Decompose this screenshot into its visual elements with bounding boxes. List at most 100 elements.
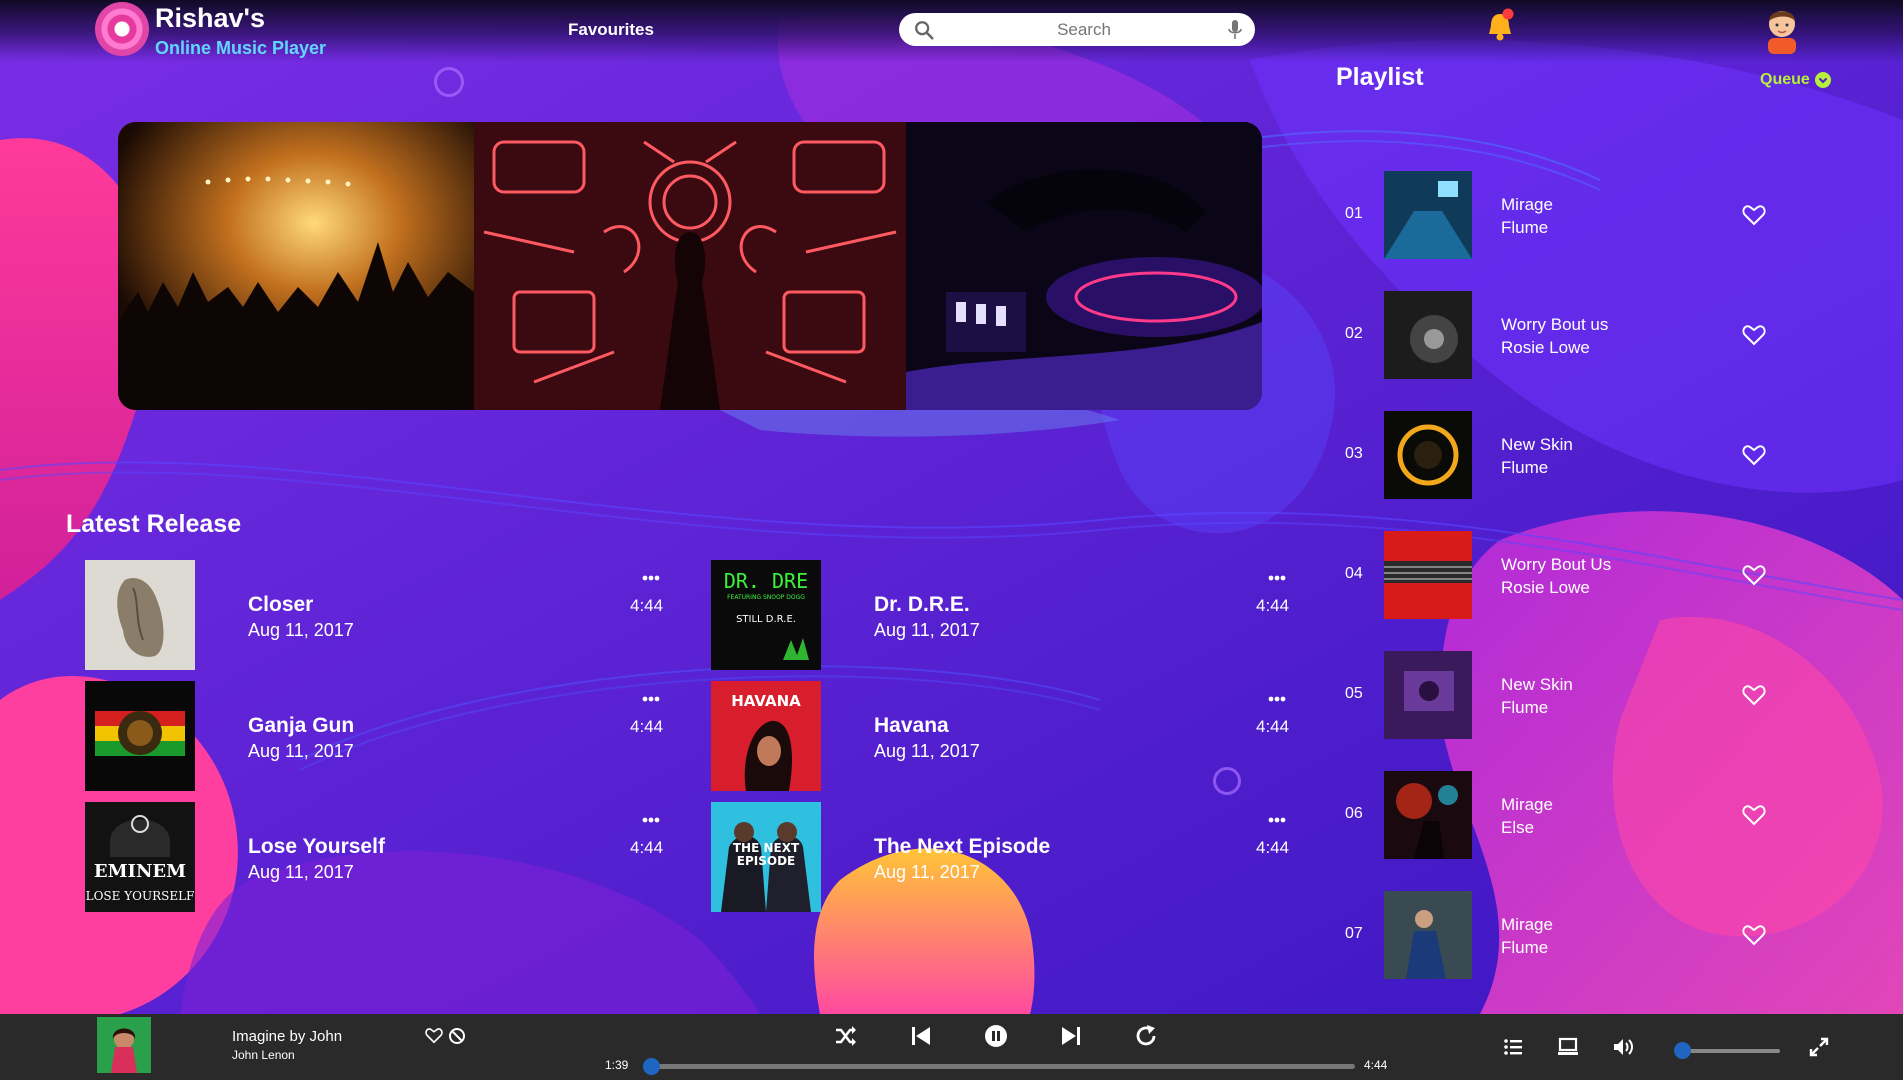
block-icon[interactable] bbox=[448, 1027, 466, 1045]
playlist-item[interactable]: 04 Worry Bout Us Rosie Lowe bbox=[1336, 531, 1776, 619]
track-thumb bbox=[1384, 771, 1472, 859]
playlist-item[interactable]: 07 Mirage Flume bbox=[1336, 891, 1776, 979]
release-duration: 4:44 bbox=[1256, 838, 1290, 857]
pause-button[interactable] bbox=[983, 1023, 1009, 1049]
progress-knob[interactable] bbox=[643, 1058, 660, 1075]
search-input[interactable] bbox=[959, 17, 1209, 42]
player-bar: Imagine by John John Lenon 1:39 4:44 bbox=[0, 1014, 1903, 1080]
release-item[interactable]: EMINEM LOSE YOURSELF Lose Yourself Aug 1… bbox=[85, 802, 663, 912]
release-date: Aug 11, 2017 bbox=[874, 862, 980, 882]
release-item[interactable]: THE NEXT EPISODE The Next Episode Aug 11… bbox=[711, 802, 1289, 912]
playlist-item[interactable]: 05 New Skin Flume bbox=[1336, 651, 1776, 739]
heart-icon[interactable] bbox=[1742, 204, 1766, 226]
release-date: Aug 11, 2017 bbox=[874, 620, 980, 640]
release-duration: 4:44 bbox=[630, 717, 664, 736]
cover-text: DR. DRE bbox=[724, 569, 808, 593]
track-number: 02 bbox=[1345, 325, 1363, 342]
track-artist: Rosie Lowe bbox=[1501, 338, 1590, 357]
track-artist: Flume bbox=[1501, 218, 1549, 237]
queue-button[interactable]: Queue bbox=[1760, 71, 1831, 89]
total-time: 4:44 bbox=[1364, 1058, 1388, 1072]
mic-icon[interactable] bbox=[1227, 19, 1243, 41]
release-title[interactable]: Havana bbox=[874, 714, 949, 738]
release-cover: HAVANA bbox=[711, 681, 821, 791]
more-options-icon[interactable] bbox=[642, 575, 660, 581]
release-cover: DR. DRE FEATURING SNOOP DOGG STILL D.R.E… bbox=[711, 560, 821, 670]
heart-icon[interactable] bbox=[1742, 324, 1766, 346]
track-artist: Rosie Lowe bbox=[1501, 578, 1590, 597]
shuffle-button[interactable] bbox=[833, 1023, 859, 1049]
track-title: Mirage bbox=[1501, 195, 1553, 214]
release-item[interactable]: Ganja Gun Aug 11, 2017 4:44 bbox=[85, 681, 663, 791]
brand-subtitle: Online Music Player bbox=[155, 38, 327, 58]
device-button[interactable] bbox=[1557, 1036, 1579, 1058]
heart-icon[interactable] bbox=[425, 1027, 443, 1044]
current-time: 1:39 bbox=[605, 1058, 629, 1072]
release-duration: 4:44 bbox=[630, 838, 664, 857]
playlist-item[interactable]: 02 Worry Bout us Rosie Lowe bbox=[1336, 291, 1776, 379]
more-options-icon[interactable] bbox=[1268, 817, 1286, 823]
release-cover: THE NEXT EPISODE bbox=[711, 802, 821, 912]
shuffle-icon bbox=[836, 1026, 856, 1046]
track-title: New Skin bbox=[1501, 675, 1573, 694]
next-button[interactable] bbox=[1058, 1023, 1084, 1049]
more-options-icon[interactable] bbox=[1268, 575, 1286, 581]
repeat-button[interactable] bbox=[1133, 1023, 1159, 1049]
release-cover bbox=[85, 560, 195, 670]
logo-disc-icon[interactable] bbox=[95, 2, 149, 56]
cover-text: LOSE YOURSELF bbox=[86, 889, 195, 903]
fullscreen-icon bbox=[1809, 1037, 1829, 1057]
track-title: Worry Bout Us bbox=[1501, 555, 1612, 574]
avatar-icon[interactable] bbox=[1762, 2, 1802, 54]
release-cover bbox=[85, 681, 195, 791]
more-options-icon[interactable] bbox=[642, 696, 660, 702]
search-icon[interactable] bbox=[913, 19, 935, 41]
playlist-title: Playlist bbox=[1336, 63, 1424, 91]
nav-favourites-link[interactable]: Favourites bbox=[568, 20, 654, 40]
previous-button[interactable] bbox=[908, 1023, 934, 1049]
volume-knob[interactable] bbox=[1674, 1042, 1691, 1059]
playlist-item[interactable]: 01 Mirage Flume bbox=[1336, 171, 1776, 259]
featured-carousel[interactable] bbox=[118, 122, 1262, 410]
track-number: 04 bbox=[1345, 565, 1363, 582]
release-title[interactable]: Closer bbox=[248, 593, 313, 617]
track-artist: Flume bbox=[1501, 938, 1549, 957]
heart-icon[interactable] bbox=[1742, 444, 1766, 466]
cover-text: HAVANA bbox=[731, 692, 801, 710]
track-number: 01 bbox=[1345, 205, 1363, 222]
decor-ring bbox=[434, 67, 464, 97]
release-item[interactable]: DR. DRE FEATURING SNOOP DOGG STILL D.R.E… bbox=[711, 560, 1289, 670]
more-options-icon[interactable] bbox=[1268, 696, 1286, 702]
cover-text: EMINEM bbox=[94, 861, 186, 882]
heart-icon[interactable] bbox=[1742, 924, 1766, 946]
track-title: Mirage bbox=[1501, 795, 1553, 814]
banner-dj-image[interactable] bbox=[906, 122, 1262, 410]
release-title[interactable]: Ganja Gun bbox=[248, 714, 354, 738]
volume-button[interactable] bbox=[1612, 1036, 1634, 1058]
heart-icon[interactable] bbox=[1742, 684, 1766, 706]
banner-neon-image[interactable] bbox=[474, 122, 906, 410]
release-title[interactable]: Lose Yourself bbox=[248, 835, 385, 859]
release-duration: 4:44 bbox=[630, 596, 664, 615]
next-icon bbox=[1062, 1027, 1080, 1045]
more-options-icon[interactable] bbox=[642, 817, 660, 823]
playlist-item[interactable]: 03 New Skin Flume bbox=[1336, 411, 1776, 499]
track-artist: Else bbox=[1501, 818, 1535, 837]
release-item[interactable]: HAVANA Havana Aug 11, 2017 4:44 bbox=[711, 681, 1289, 791]
fullscreen-button[interactable] bbox=[1808, 1036, 1830, 1058]
release-item[interactable]: Closer Aug 11, 2017 4:44 bbox=[85, 560, 663, 670]
now-playing-artist: John Lenon bbox=[232, 1048, 295, 1062]
heart-icon[interactable] bbox=[1742, 804, 1766, 826]
playlist-item[interactable]: 06 Mirage Else bbox=[1336, 771, 1776, 859]
track-number: 07 bbox=[1345, 925, 1363, 942]
bell-icon[interactable] bbox=[1485, 8, 1515, 44]
release-title[interactable]: Dr. D.R.E. bbox=[874, 593, 970, 617]
release-title[interactable]: The Next Episode bbox=[874, 835, 1050, 859]
volume-slider[interactable] bbox=[1674, 1042, 1780, 1059]
heart-icon[interactable] bbox=[1742, 564, 1766, 586]
now-playing-title: Imagine by John bbox=[232, 1028, 343, 1045]
progress-bar[interactable] bbox=[643, 1058, 1355, 1075]
search-bar[interactable] bbox=[899, 13, 1255, 46]
banner-concert-image[interactable] bbox=[118, 122, 474, 410]
queue-list-button[interactable] bbox=[1502, 1036, 1524, 1058]
